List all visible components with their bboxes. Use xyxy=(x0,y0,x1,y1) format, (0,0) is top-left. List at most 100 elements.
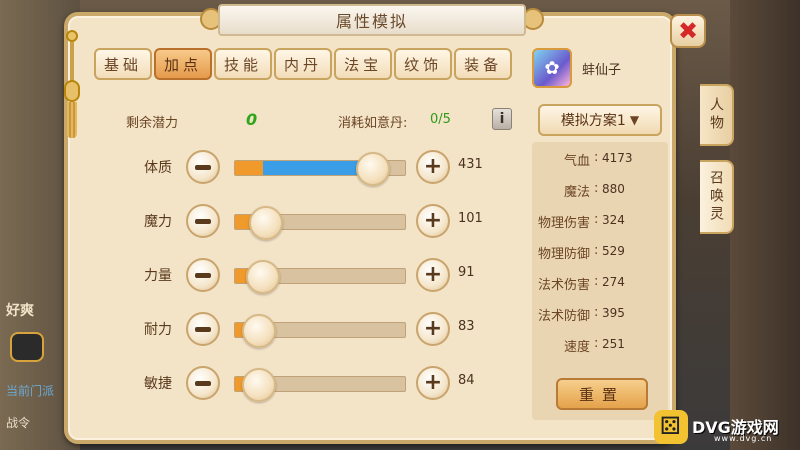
tab-label: 内丹 xyxy=(284,55,323,74)
stat-slider[interactable] xyxy=(234,260,406,294)
minus-icon xyxy=(195,380,211,386)
attribute-row: 物理伤害:324 xyxy=(532,210,668,232)
stat-slider[interactable] xyxy=(234,314,406,348)
background-right xyxy=(730,0,800,450)
tassel-bead xyxy=(64,80,80,102)
info-button[interactable]: i xyxy=(492,108,512,130)
background-text: 好爽 xyxy=(6,303,34,319)
watermark: DVG游戏网 www.dvg.cn xyxy=(654,408,800,448)
increase-button[interactable]: + xyxy=(416,312,450,346)
reset-label: 重置 xyxy=(578,385,625,404)
attribute-name: 气血 xyxy=(563,154,590,169)
tab-add-points[interactable]: 加点 xyxy=(154,48,213,80)
point-allocation-area: 剩余潜力 0 消耗如意丹: 0/5 i 体质 +431 魔力 +101 力量 +91 耐力 +… xyxy=(92,92,522,438)
stat-row: 敏捷 +84 xyxy=(92,364,522,402)
tab-basic[interactable]: 基础 xyxy=(94,48,153,80)
stat-row: 力量 +91 xyxy=(92,256,522,294)
tab-ornaments[interactable]: 纹饰 xyxy=(394,48,453,80)
decrease-button[interactable] xyxy=(186,150,220,184)
increase-button[interactable]: + xyxy=(416,150,450,184)
tab-skills[interactable]: 技能 xyxy=(214,48,273,80)
decrease-button[interactable] xyxy=(186,312,220,346)
slider-handle[interactable] xyxy=(242,314,277,348)
plus-icon: + xyxy=(423,262,443,287)
attribute-name: 速度 xyxy=(563,340,590,355)
attribute-row: 速度:251 xyxy=(532,334,668,356)
stat-value: 431 xyxy=(458,157,483,172)
stat-slider[interactable] xyxy=(234,206,406,240)
slider-handle[interactable] xyxy=(242,368,277,402)
stat-row: 体质 +431 xyxy=(92,148,522,186)
decrease-button[interactable] xyxy=(186,204,220,238)
close-button[interactable]: ✖ xyxy=(670,14,706,48)
stat-value: 84 xyxy=(458,373,475,388)
decrease-button[interactable] xyxy=(186,258,220,292)
tab-inner-core[interactable]: 内丹 xyxy=(274,48,333,80)
reset-button[interactable]: 重置 xyxy=(556,378,648,410)
stat-slider[interactable] xyxy=(234,152,406,186)
attribute-row: 魔法:880 xyxy=(532,179,668,201)
stat-label: 敏捷 xyxy=(144,376,172,392)
minus-icon xyxy=(195,218,211,224)
increase-button[interactable]: + xyxy=(416,258,450,292)
attribute-row: 法术防御:395 xyxy=(532,303,668,325)
plus-icon: + xyxy=(423,154,443,179)
potential-row: 剩余潜力 0 消耗如意丹: 0/5 i xyxy=(126,108,512,134)
stat-value: 91 xyxy=(458,265,475,280)
tab-label: 装备 xyxy=(464,55,503,74)
increase-button[interactable]: + xyxy=(416,204,450,238)
attribute-value: 880 xyxy=(602,182,625,196)
slider-handle[interactable] xyxy=(355,152,390,186)
slider-handle[interactable] xyxy=(245,260,280,294)
stat-label: 力量 xyxy=(144,268,172,284)
pet-name: 蚌仙子 xyxy=(582,63,622,78)
attribute-value: 251 xyxy=(602,337,625,351)
attribute-value: 395 xyxy=(602,306,625,320)
stat-label: 魔力 xyxy=(144,214,172,230)
avatar-portrait-icon: ✿ xyxy=(544,57,560,79)
tassel-fringe xyxy=(67,102,77,138)
attribute-separator: : xyxy=(594,336,599,351)
gamepad-icon xyxy=(654,410,688,444)
tab-label: 法宝 xyxy=(344,55,383,74)
plan-label: 模拟方案1 xyxy=(560,113,626,129)
plus-icon: + xyxy=(423,370,443,395)
plan-dropdown[interactable]: 模拟方案1 ▼ xyxy=(538,104,662,136)
slider-base-fill xyxy=(235,161,263,175)
minus-icon xyxy=(195,326,211,332)
info-icon: i xyxy=(499,111,505,127)
summon-info-card: ✿ 蚌仙子 模拟方案1 ▼ 气血:4173 魔法:880 物理伤害:324 物理防御:… xyxy=(528,46,670,424)
background-text: 战令 xyxy=(6,416,31,430)
stat-slider[interactable] xyxy=(234,368,406,402)
side-tab-summon[interactable]: 召唤灵 xyxy=(700,160,734,234)
watermark-subtext: www.dvg.cn xyxy=(714,434,773,443)
attribute-name: 物理防御 xyxy=(537,247,590,262)
attribute-separator: : xyxy=(594,181,599,196)
attribute-row: 气血:4173 xyxy=(532,148,668,170)
tassel-cord xyxy=(70,42,74,82)
pet-avatar[interactable]: ✿ xyxy=(532,48,572,88)
chat-icon[interactable] xyxy=(10,332,44,362)
tab-label: 基础 xyxy=(104,55,143,74)
increase-button[interactable]: + xyxy=(416,366,450,400)
plus-icon: + xyxy=(423,208,443,233)
slider-handle[interactable] xyxy=(248,206,283,240)
attribute-value: 324 xyxy=(602,213,625,227)
attribute-separator: : xyxy=(594,150,599,165)
attribute-name: 法术防御 xyxy=(537,309,590,324)
consume-pill-value: 0/5 xyxy=(430,112,451,127)
background-text: 当前门派 xyxy=(6,384,55,398)
side-tab-label: 召唤灵 xyxy=(708,170,724,224)
tassel-knot xyxy=(66,30,78,42)
plus-icon: + xyxy=(423,316,443,341)
side-tab-character[interactable]: 人物 xyxy=(700,84,734,146)
remaining-potential-value: 0 xyxy=(246,110,258,129)
window-title: 属性模拟 xyxy=(335,12,408,31)
tab-equipment[interactable]: 装备 xyxy=(454,48,513,80)
tab-label: 加点 xyxy=(164,55,203,74)
decrease-button[interactable] xyxy=(186,366,220,400)
stat-label: 耐力 xyxy=(144,322,172,338)
attribute-name: 法术伤害 xyxy=(537,278,590,293)
tab-magic-treasure[interactable]: 法宝 xyxy=(334,48,393,80)
stat-row: 耐力 +83 xyxy=(92,310,522,348)
